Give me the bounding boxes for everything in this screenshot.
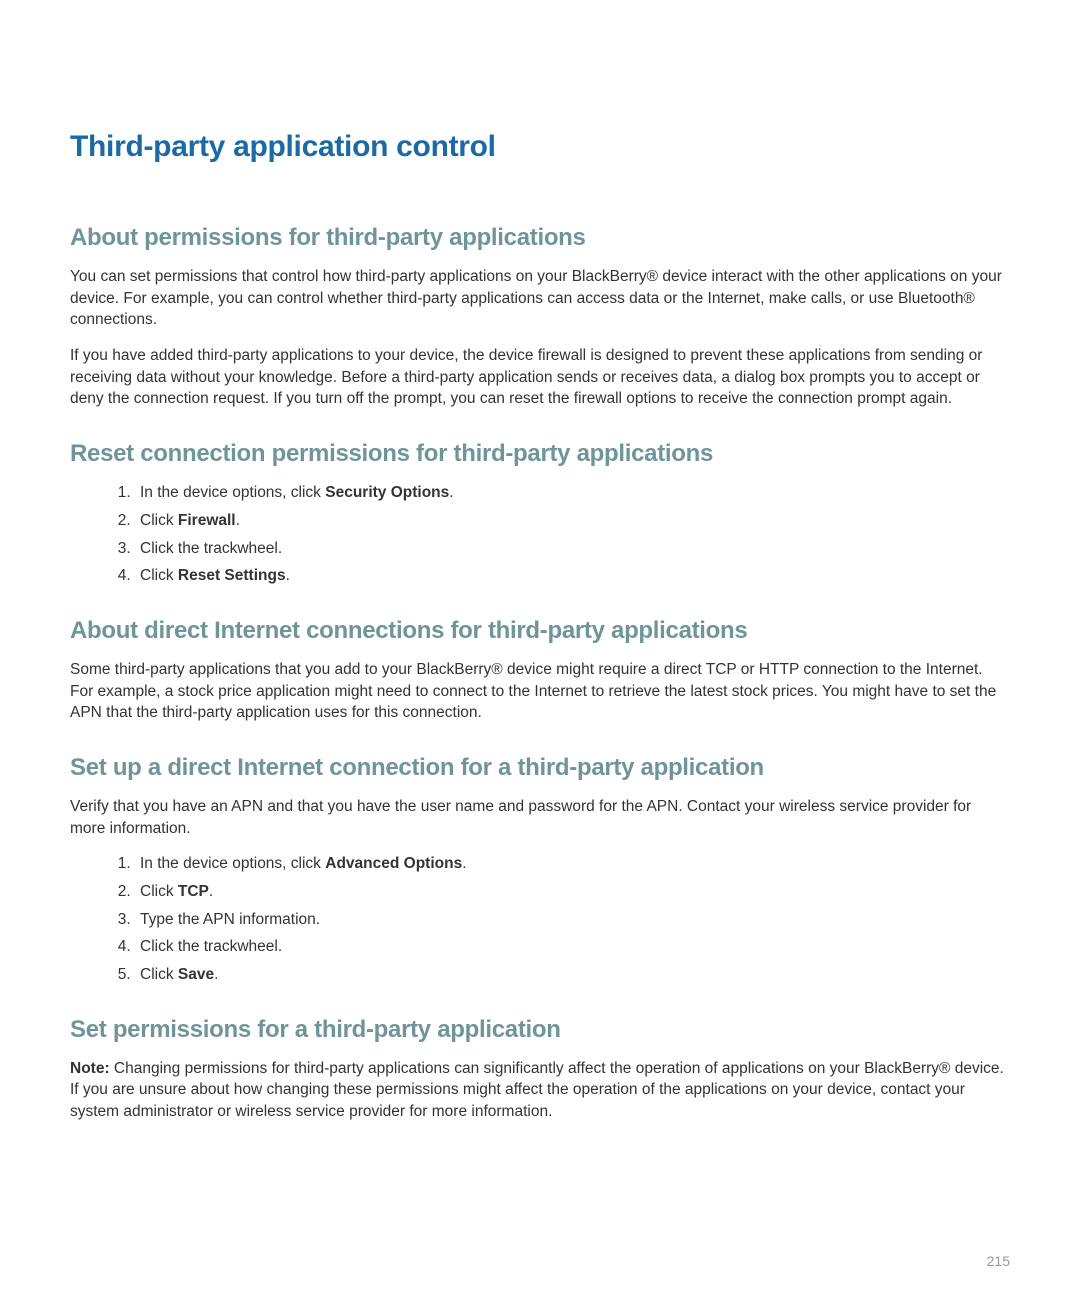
section-heading-about-direct-internet: About direct Internet connections for th… <box>70 617 1010 645</box>
note-label: Note: <box>70 1060 110 1077</box>
step-item: Click the trackwheel. <box>135 936 1010 958</box>
section-heading-set-permissions: Set permissions for a third-party applic… <box>70 1016 1010 1044</box>
step-item: Click TCP. <box>135 881 1010 903</box>
step-item: In the device options, click Security Op… <box>135 482 1010 504</box>
section-heading-setup-direct-internet: Set up a direct Internet connection for … <box>70 754 1010 782</box>
step-item: Click Reset Settings. <box>135 565 1010 587</box>
step-item: Type the APN information. <box>135 909 1010 931</box>
body-paragraph: Verify that you have an APN and that you… <box>70 796 1010 839</box>
note-paragraph: Note: Changing permissions for third-par… <box>70 1058 1010 1123</box>
step-item: Click the trackwheel. <box>135 538 1010 560</box>
step-item: In the device options, click Advanced Op… <box>135 853 1010 875</box>
section-heading-reset-connection: Reset connection permissions for third-p… <box>70 440 1010 468</box>
page-number: 215 <box>70 1253 1010 1269</box>
section-heading-about-permissions: About permissions for third-party applic… <box>70 224 1010 252</box>
body-paragraph: Some third-party applications that you a… <box>70 659 1010 724</box>
note-text: Changing permissions for third-party app… <box>70 1060 1004 1120</box>
steps-list: In the device options, click Advanced Op… <box>70 853 1010 985</box>
step-item: Click Save. <box>135 964 1010 986</box>
page-title: Third-party application control <box>70 130 1010 164</box>
body-paragraph: You can set permissions that control how… <box>70 266 1010 331</box>
steps-list: In the device options, click Security Op… <box>70 482 1010 587</box>
body-paragraph: If you have added third-party applicatio… <box>70 345 1010 410</box>
step-item: Click Firewall. <box>135 510 1010 532</box>
